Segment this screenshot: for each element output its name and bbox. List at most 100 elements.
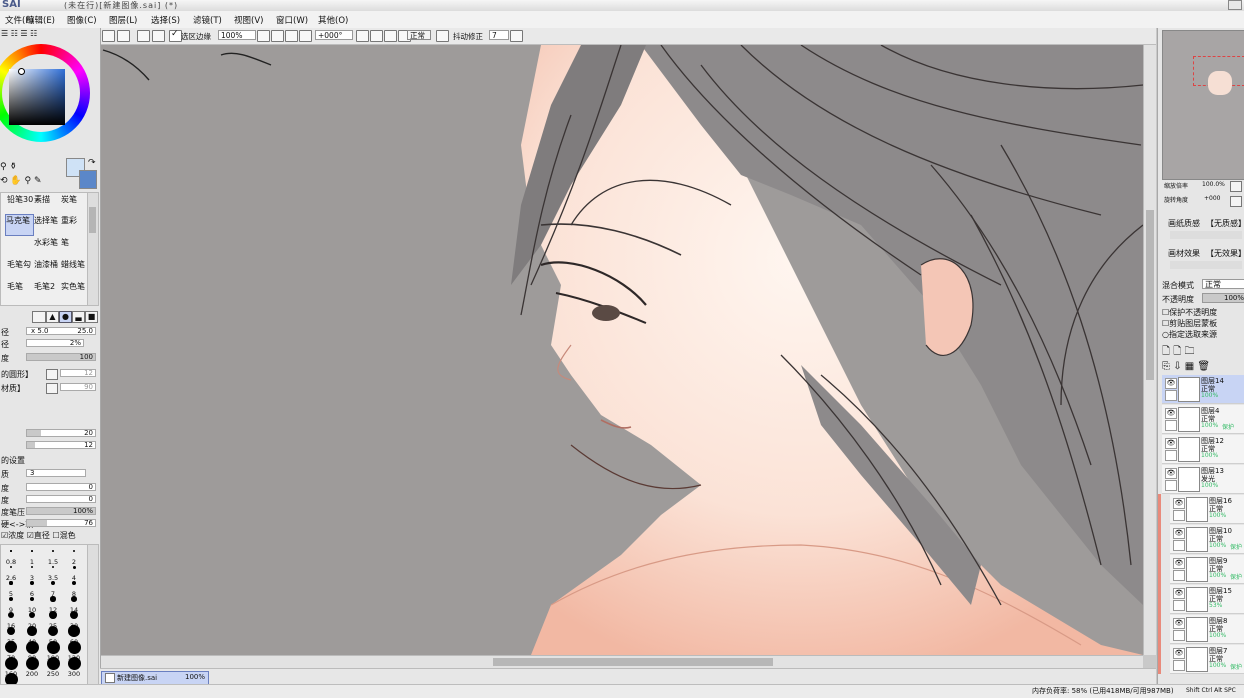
- visibility-eye-icon[interactable]: 👁: [1173, 558, 1185, 569]
- tool-pencil[interactable]: 铅笔30: [7, 194, 33, 205]
- tip-shape2-icon[interactable]: ●: [59, 311, 72, 323]
- brush-size-dot[interactable]: [9, 565, 13, 569]
- rotate-reset-button[interactable]: [384, 30, 397, 42]
- nav-zoom-button[interactable]: [1230, 181, 1242, 192]
- new-layer-icon[interactable]: 🗋: [1162, 346, 1170, 357]
- paper-effect-select[interactable]: 【无效果】: [1206, 248, 1244, 259]
- tip-normal-button[interactable]: [32, 311, 46, 323]
- brush-size-dot[interactable]: [9, 581, 13, 585]
- brush-size-dot[interactable]: [50, 596, 56, 602]
- layer-row[interactable]: 👁 图层4 正常 100% 保护: [1162, 405, 1244, 434]
- zoom-reset-button[interactable]: [299, 30, 312, 42]
- blend-mode-select[interactable]: 正常: [407, 30, 431, 40]
- invert-selection-button[interactable]: [152, 30, 165, 42]
- tool-heavy-paint[interactable]: 重彩: [61, 215, 77, 226]
- tool-watercolor[interactable]: 水彩笔: [34, 237, 58, 248]
- menu-other[interactable]: 其他(O): [318, 14, 348, 26]
- mix-checkbox[interactable]: ☐: [52, 531, 59, 540]
- zoom-field[interactable]: 100%: [218, 30, 256, 40]
- visibility-eye-icon[interactable]: 👁: [1173, 588, 1185, 599]
- pressure-slider[interactable]: 100%: [26, 507, 96, 515]
- tool-solid-pen[interactable]: 实色笔: [61, 281, 85, 292]
- layer-row[interactable]: 👁 图层14 正常 100%: [1162, 375, 1244, 404]
- zoom-out-button[interactable]: [257, 30, 270, 42]
- brush-size-dot[interactable]: [8, 596, 14, 602]
- menu-layer[interactable]: 图层(L): [109, 14, 137, 26]
- brush-size-dot[interactable]: [71, 580, 77, 586]
- eyedropper-icon[interactable]: ⚱: [9, 162, 17, 172]
- visibility-eye-icon[interactable]: 👁: [1165, 438, 1177, 449]
- document-tab[interactable]: 新建图像.sai 100%: [101, 671, 209, 685]
- redo-button[interactable]: [117, 30, 130, 42]
- paper-effect-slider[interactable]: [1170, 261, 1242, 269]
- tool-list-scrollbar[interactable]: [87, 192, 99, 306]
- brush-size-dot[interactable]: [46, 640, 60, 654]
- layer-lock-checkbox[interactable]: [1165, 420, 1177, 431]
- edge-slider[interactable]: 0: [26, 483, 96, 491]
- clipping-mask-option[interactable]: ☐剪贴图层蒙板: [1162, 318, 1217, 329]
- brush-size-dot[interactable]: [51, 565, 55, 569]
- tip-shape1-icon[interactable]: ▲: [46, 311, 59, 323]
- shape-strength-slider[interactable]: 12: [60, 369, 96, 377]
- magic-wand-icon[interactable]: ⚲: [0, 162, 7, 172]
- zoom-in-button[interactable]: [271, 30, 284, 42]
- zoom-fit-button[interactable]: [285, 30, 298, 42]
- brush-size-dot[interactable]: [67, 656, 81, 670]
- nav-rotate-button[interactable]: [1230, 196, 1242, 207]
- angle-field[interactable]: +000°: [315, 30, 353, 40]
- layer-row[interactable]: 👁 图层16 正常 100%: [1170, 495, 1244, 524]
- saturation-value-square[interactable]: [9, 69, 65, 125]
- texture-dropdown-button[interactable]: [46, 383, 58, 394]
- layer-row[interactable]: 👁 图层10 正常 100% 保护: [1170, 525, 1244, 554]
- tool-brush2[interactable]: 毛笔2: [34, 281, 55, 292]
- brush-size-dot[interactable]: [29, 596, 35, 602]
- menu-edit[interactable]: 编辑(E): [26, 14, 55, 26]
- layer-blend-select[interactable]: 正常: [1202, 279, 1244, 289]
- undo-button[interactable]: [102, 30, 115, 42]
- copy-layer-icon[interactable]: ⎘: [1162, 361, 1170, 372]
- color-picker-handle[interactable]: [18, 68, 25, 75]
- brush-size-dot[interactable]: [52, 550, 54, 552]
- brush-size-dot[interactable]: [51, 581, 55, 585]
- canvas-vertical-scrollbar[interactable]: [1143, 45, 1156, 655]
- tool-brush-line[interactable]: 毛笔勾: [7, 259, 31, 270]
- size-palette-scrollbar[interactable]: [87, 544, 99, 684]
- brush-size-dot[interactable]: [72, 549, 76, 553]
- layer-lock-checkbox[interactable]: [1173, 660, 1185, 671]
- picker-icon[interactable]: ✎: [34, 176, 42, 186]
- layer-lock-checkbox[interactable]: [1173, 540, 1185, 551]
- layer-row[interactable]: 👁 图层13 发光 100%: [1162, 465, 1244, 494]
- visibility-eye-icon[interactable]: 👁: [1173, 648, 1185, 659]
- menu-select[interactable]: 选择(S): [151, 14, 180, 26]
- brush-size-dot[interactable]: [25, 656, 39, 670]
- brush-size-dot[interactable]: [30, 581, 34, 585]
- drawing-canvas[interactable]: [101, 45, 1143, 655]
- hard-soft-slider[interactable]: 76: [26, 519, 96, 527]
- background-color-swatch[interactable]: [79, 170, 97, 189]
- brush-size-dot[interactable]: [31, 550, 33, 552]
- zoom-icon[interactable]: ⚲: [25, 176, 32, 186]
- brush-size-dot[interactable]: [72, 565, 76, 569]
- brush-size-dot[interactable]: [4, 640, 18, 654]
- layer-lock-checkbox[interactable]: [1173, 600, 1185, 611]
- tool-pen[interactable]: 笔: [61, 237, 69, 248]
- layer-row[interactable]: 👁 图层9 正常 100% 保护: [1170, 555, 1244, 584]
- brush-size-dot[interactable]: [8, 612, 14, 618]
- brush-size-dot[interactable]: [25, 640, 39, 654]
- layer-lock-checkbox[interactable]: [1165, 390, 1177, 401]
- brush-size-dot[interactable]: [49, 611, 57, 619]
- menu-view[interactable]: 视图(V): [234, 14, 263, 26]
- navigator-preview[interactable]: [1162, 30, 1244, 180]
- stabilizer-field[interactable]: 7: [489, 30, 509, 40]
- tool-crayon[interactable]: 蜡线笔: [61, 259, 85, 270]
- tip-shape3-icon[interactable]: ▃: [72, 311, 85, 323]
- brush-size-dot[interactable]: [28, 611, 36, 619]
- new-linework-icon[interactable]: 🗋: [1173, 346, 1181, 357]
- selection-source-option[interactable]: ○指定选取来源: [1162, 329, 1217, 340]
- rotate-right-button[interactable]: [370, 30, 383, 42]
- density-slider[interactable]: 100: [26, 353, 96, 361]
- visibility-eye-icon[interactable]: 👁: [1173, 498, 1185, 509]
- tool-bucket[interactable]: 油漆桶: [34, 259, 58, 270]
- visibility-eye-icon[interactable]: 👁: [1173, 528, 1185, 539]
- brush-size-dot[interactable]: [69, 610, 79, 620]
